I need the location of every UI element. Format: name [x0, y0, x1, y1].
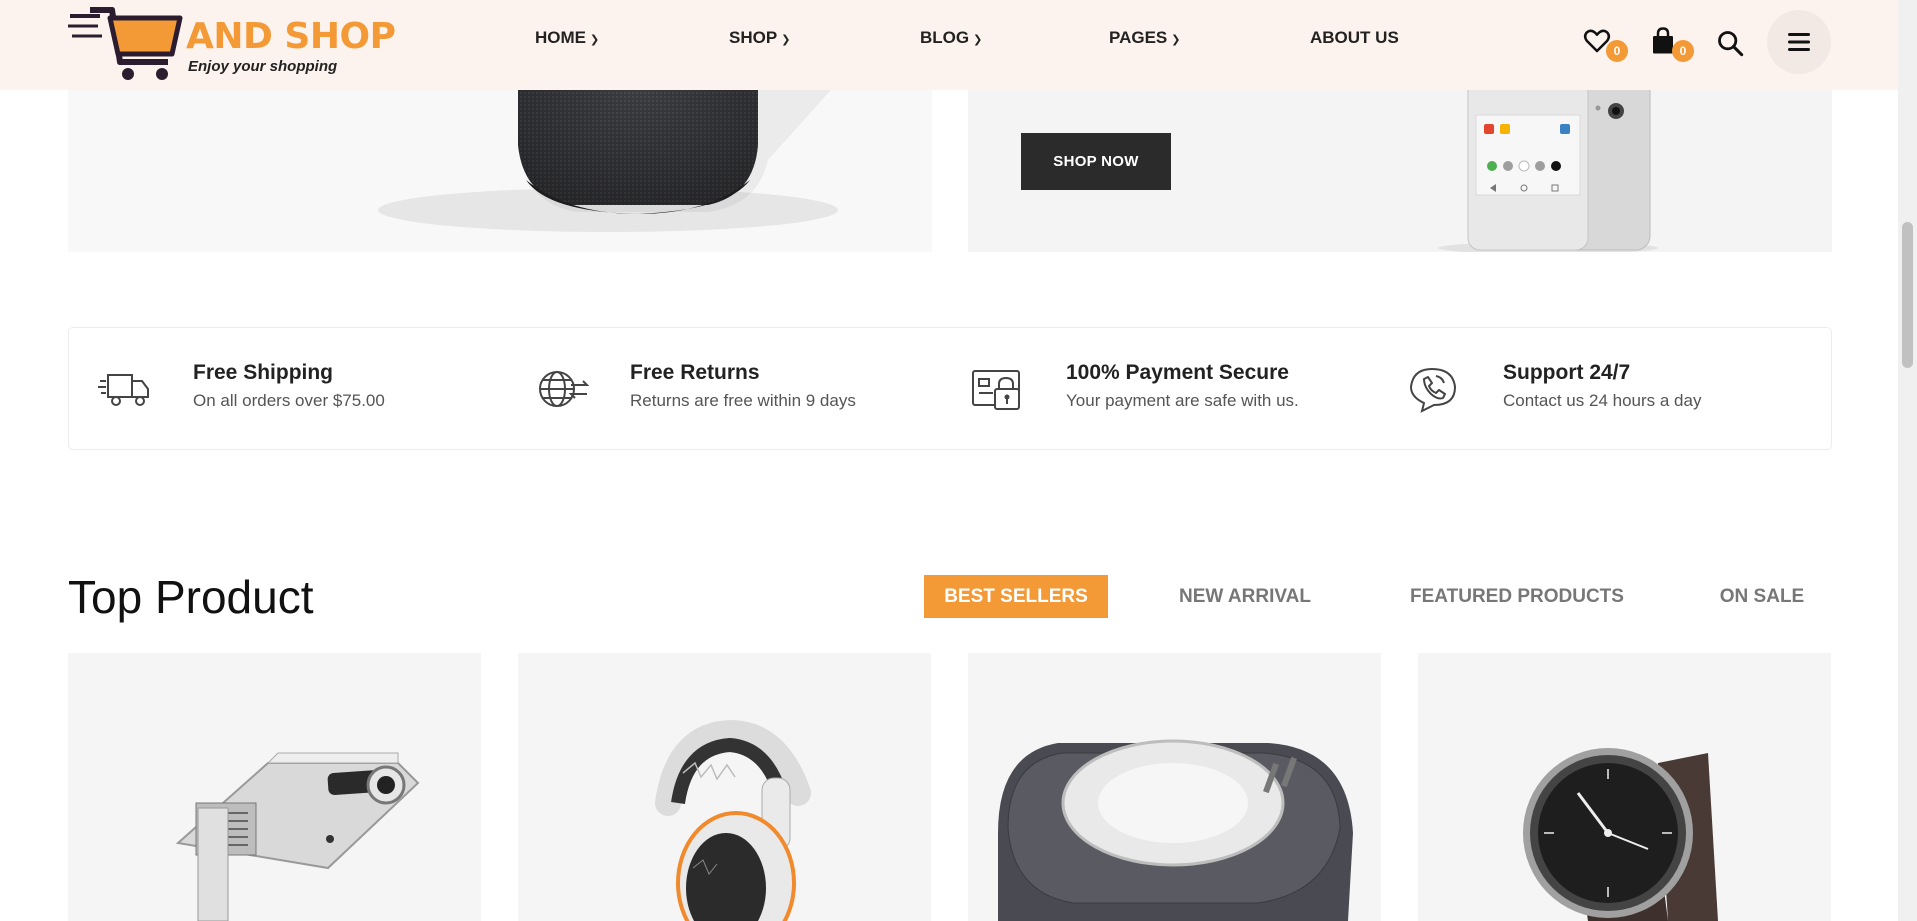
feature-desc: Contact us 24 hours a day — [1503, 391, 1702, 410]
wishlist-count-badge: 0 — [1606, 40, 1628, 62]
smartwatch-image — [1523, 748, 1718, 921]
chevron-down-icon: ❯ — [973, 33, 983, 46]
nav-shop-label: SHOP — [729, 28, 778, 47]
feature-desc: On all orders over $75.00 — [193, 391, 385, 410]
logo-name: AND SHOP — [186, 16, 396, 57]
cart-count-badge: 0 — [1672, 40, 1694, 62]
feature-payment-secure: 100% Payment Secure Your payment are saf… — [971, 328, 1391, 449]
nav-pages[interactable]: PAGES ❯ — [1109, 28, 1180, 48]
page-scrollbar[interactable] — [1898, 0, 1917, 921]
chevron-down-icon: ❯ — [1171, 33, 1181, 46]
tab-featured-products[interactable]: FEATURED PRODUCTS — [1400, 575, 1634, 618]
nav-about-us[interactable]: ABOUT US — [1310, 28, 1399, 48]
feature-desc: Your payment are safe with us. — [1066, 391, 1299, 410]
tab-new-arrival[interactable]: NEW ARRIVAL — [1160, 575, 1330, 618]
headphones-image — [655, 719, 811, 921]
globe-exchange-icon — [539, 371, 589, 407]
nav-home[interactable]: HOME ❯ — [535, 28, 599, 48]
product-card[interactable] — [1418, 653, 1831, 921]
product-card[interactable] — [968, 653, 1381, 921]
site-header: AND SHOP Enjoy your shopping HOME ❯ SHOP… — [0, 0, 1898, 90]
feature-desc: Returns are free within 9 days — [630, 391, 856, 410]
feature-free-returns: Free Returns Returns are free within 9 d… — [535, 328, 935, 449]
logo-tagline: Enjoy your shopping — [188, 58, 338, 75]
tab-on-sale[interactable]: ON SALE — [1700, 575, 1824, 618]
tab-best-sellers[interactable]: BEST SELLERS — [924, 575, 1108, 618]
product-card[interactable] — [518, 653, 931, 921]
projector-image — [175, 752, 420, 921]
menu-button[interactable] — [1767, 10, 1831, 74]
search-icon — [1718, 31, 1744, 57]
feature-title: 100% Payment Secure — [1066, 361, 1289, 384]
chevron-down-icon: ❯ — [781, 33, 791, 46]
search-button[interactable] — [1716, 29, 1746, 59]
nav-home-label: HOME — [535, 28, 586, 47]
phone-support-icon — [1409, 367, 1457, 413]
cart-logo-icon — [68, 7, 183, 80]
nav-blog[interactable]: BLOG ❯ — [920, 28, 982, 48]
nav-about-us-label: ABOUT US — [1310, 28, 1399, 47]
cart-button[interactable]: 0 — [1648, 26, 1694, 62]
nav-shop[interactable]: SHOP ❯ — [729, 28, 790, 48]
feature-support: Support 24/7 Contact us 24 hours a day — [1408, 328, 1808, 449]
site-logo[interactable]: AND SHOP Enjoy your shopping — [68, 4, 398, 84]
nav-pages-label: PAGES — [1109, 28, 1168, 47]
scrollbar-thumb[interactable] — [1902, 222, 1913, 368]
section-title-top-product: Top Product — [68, 571, 314, 623]
page: SHOP NOW AND SHOP Enjoy your shopping HO… — [0, 0, 1917, 921]
shop-now-button[interactable]: SHOP NOW — [1021, 133, 1171, 190]
feature-free-shipping: Free Shipping On all orders over $75.00 — [98, 328, 498, 449]
chevron-down-icon: ❯ — [590, 33, 600, 46]
feature-title: Free Returns — [630, 361, 760, 384]
charger-dock-image — [998, 739, 1353, 921]
truck-icon — [98, 374, 149, 406]
nav-blog-label: BLOG — [920, 28, 970, 47]
menu-icon — [1788, 33, 1810, 51]
feature-title: Support 24/7 — [1503, 361, 1631, 384]
feature-title: Free Shipping — [193, 361, 334, 384]
secure-payment-icon — [972, 370, 1020, 410]
product-card[interactable] — [68, 653, 481, 921]
wishlist-button[interactable]: 0 — [1582, 26, 1628, 62]
features-bar: Free Shipping On all orders over $75.00 … — [68, 327, 1832, 450]
